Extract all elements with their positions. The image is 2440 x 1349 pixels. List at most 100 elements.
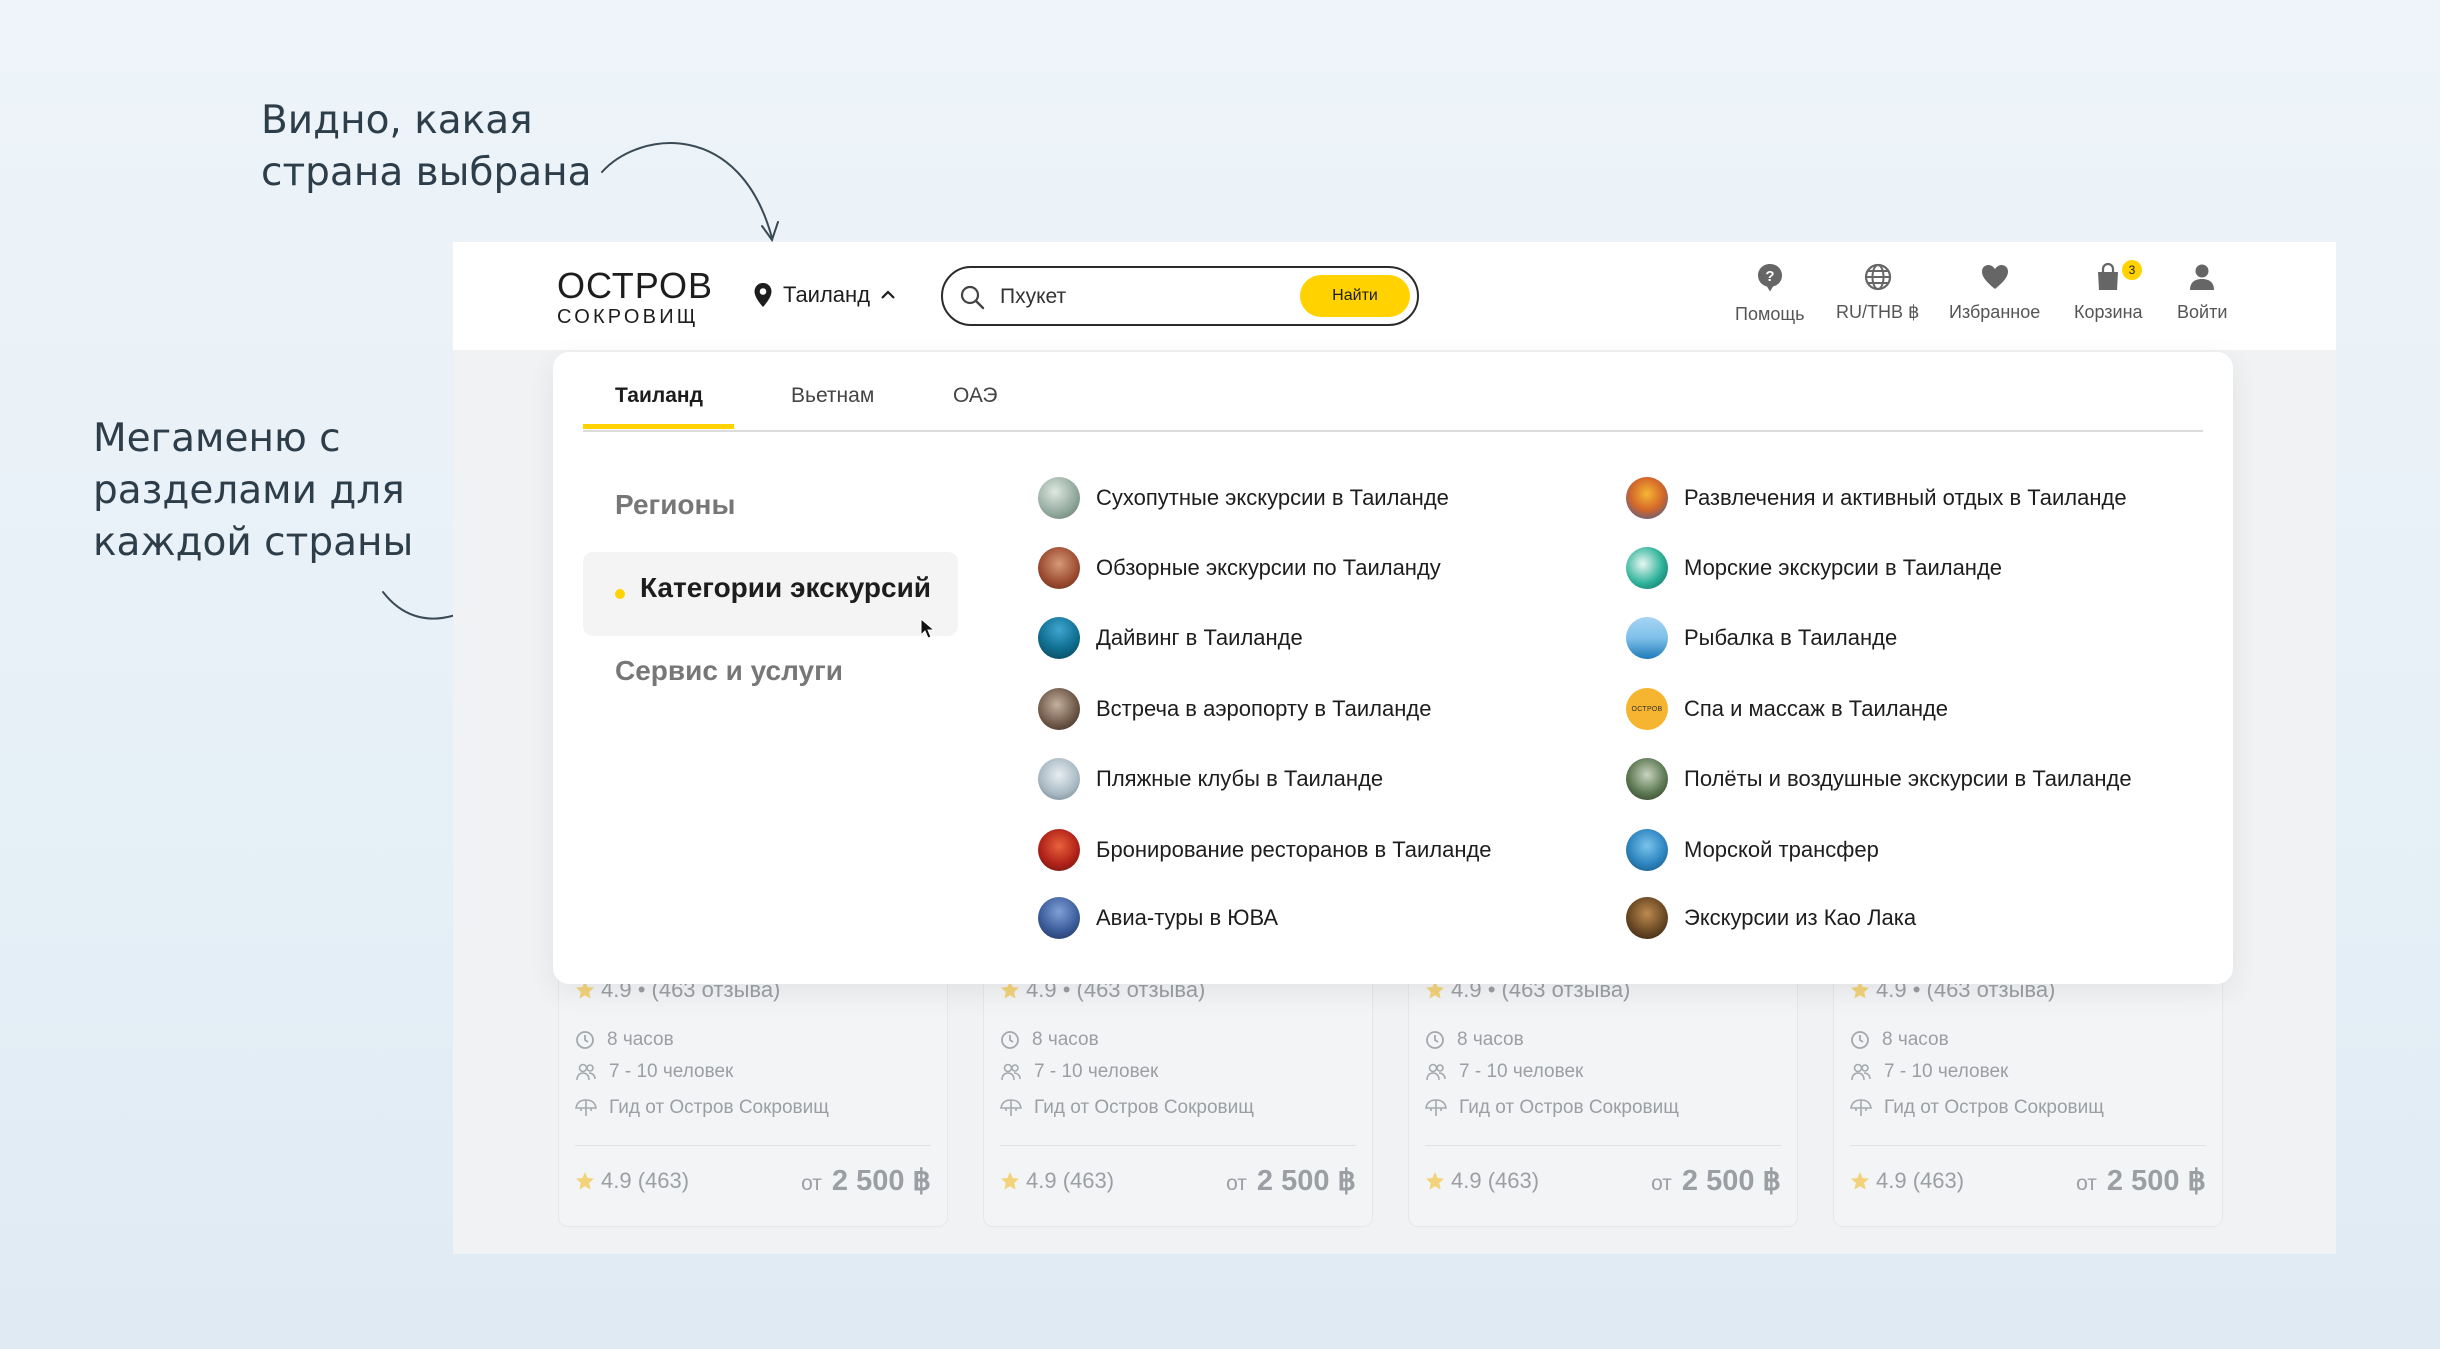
card-duration: 8 часов [1425, 1029, 1524, 1051]
tour-card[interactable]: 4.9 • (463 отзыва) 8 часов 7 - 10 человек Г… [983, 962, 1373, 1227]
category-thumbnail-icon [1626, 829, 1668, 871]
card-rating-short-text: 4.9 (463) [1026, 1168, 1115, 1193]
mega-menu: Таиланд Вьетнам ОАЭ Регионы Категории эк… [553, 352, 2233, 984]
card-price: от 2 500 ฿ [801, 1163, 931, 1198]
card-guide-text: Гид от Остров Сокровищ [609, 1097, 829, 1118]
category-link-label: Авиа-туры в ЮВА [1096, 905, 1279, 930]
tour-card[interactable]: 4.9 • (463 отзыва) 8 часов 7 - 10 человек Г… [558, 962, 948, 1227]
section-categories-label: Категории экскурсий [640, 572, 931, 603]
card-rating-short-text: 4.9 (463) [1451, 1168, 1540, 1193]
category-link[interactable]: Пляжные клубы в Таиланде [1038, 758, 1383, 800]
category-link-label: Встреча в аэропорту в Таиланде [1096, 696, 1432, 721]
card-group-text: 7 - 10 человек [1034, 1061, 1159, 1082]
category-link[interactable]: Бронирование ресторанов в Таиланде [1038, 829, 1492, 871]
star-icon [1001, 1172, 1019, 1190]
category-thumbnail-icon [1626, 758, 1668, 800]
nav-favorites[interactable]: Избранное [1949, 262, 2040, 323]
globe-icon [1864, 263, 1891, 291]
category-thumbnail-icon [1038, 897, 1080, 939]
tab-vietnam[interactable]: Вьетнам [791, 384, 874, 408]
card-rating-short: 4.9 (463) [1850, 1168, 1964, 1194]
category-link[interactable]: Встреча в аэропорту в Таиланде [1038, 688, 1431, 730]
category-thumbnail-icon [1038, 477, 1080, 519]
category-link[interactable]: Морской трансфер [1626, 829, 1879, 871]
card-rating-short-text: 4.9 (463) [601, 1168, 690, 1193]
category-link-label: Дайвинг в Таиланде [1096, 625, 1303, 650]
people-icon [1426, 1063, 1446, 1081]
card-divider [1850, 1145, 2206, 1146]
card-price: от 2 500 ฿ [1651, 1163, 1781, 1198]
card-divider [575, 1145, 931, 1146]
card-duration-text: 8 часов [1882, 1029, 1949, 1050]
card-divider [1000, 1145, 1356, 1146]
star-icon [576, 1172, 594, 1190]
spa-logo-text: ОСТРОВ [1631, 705, 1663, 713]
card-guide-text: Гид от Остров Сокровищ [1884, 1097, 2104, 1118]
tour-card[interactable]: 4.9 • (463 отзыва) 8 часов 7 - 10 человек Г… [1833, 962, 2223, 1227]
category-link-label: Бронирование ресторанов в Таиланде [1096, 837, 1492, 862]
search-button[interactable]: Найти [1300, 275, 1410, 317]
category-link-label: Развлечения и активный отдых в Таиланде [1684, 485, 2127, 510]
card-rating-short-text: 4.9 (463) [1876, 1168, 1965, 1193]
site-logo[interactable]: ОСТРОВ СОКРОВИЩ [557, 265, 714, 329]
section-regions[interactable]: Регионы [583, 469, 958, 553]
tour-cards: 4.9 • (463 отзыва) 8 часов 7 - 10 человек Г… [558, 962, 2228, 1227]
category-link[interactable]: Авиа-туры в ЮВА [1038, 897, 1278, 939]
arrow-to-country [601, 142, 773, 239]
card-guide: Гид от Остров Сокровищ [575, 1097, 829, 1119]
card-duration-text: 8 часов [1032, 1029, 1099, 1050]
card-price-from: от [2076, 1172, 2097, 1195]
card-price: от 2 500 ฿ [1226, 1163, 1356, 1198]
category-link[interactable]: Экскурсии из Као Лака [1626, 897, 1916, 939]
card-guide: Гид от Остров Сокровищ [1000, 1097, 1254, 1119]
clock-icon [576, 1031, 594, 1049]
card-rating-short: 4.9 (463) [1000, 1168, 1114, 1194]
category-link[interactable]: Полёты и воздушные экскурсии в Таиланде [1626, 758, 2132, 800]
card-duration: 8 часов [575, 1029, 674, 1051]
logo-main-text: ОСТРОВ [557, 265, 714, 306]
tour-card[interactable]: 4.9 • (463 отзыва) 8 часов 7 - 10 человек Г… [1408, 962, 1798, 1227]
nav-currency[interactable]: RU/THB ฿ [1836, 262, 1919, 323]
category-thumbnail-icon [1038, 758, 1080, 800]
search-input[interactable] [998, 280, 1282, 314]
category-link[interactable]: Сухопутные экскурсии в Таиланде [1038, 477, 1449, 519]
nav-login[interactable]: Войти [2177, 262, 2227, 323]
category-link-label: Спа и массаж в Таиланде [1684, 696, 1949, 721]
star-icon [1851, 1172, 1869, 1190]
svg-text:?: ? [1765, 268, 1774, 285]
section-excursion-categories[interactable]: Категории экскурсий [583, 552, 958, 639]
category-link-label: Сухопутные экскурсии в Таиланде [1096, 485, 1449, 510]
category-link[interactable]: Рыбалка в Таиланде [1626, 617, 1897, 659]
clock-icon [1426, 1031, 1444, 1049]
section-services-label: Сервис и услуги [615, 655, 843, 686]
card-rating-short: 4.9 (463) [1425, 1168, 1539, 1194]
clock-icon [1001, 1031, 1019, 1049]
section-services[interactable]: Сервис и услуги [583, 635, 958, 719]
nav-help-label: Помощь [1735, 304, 1805, 324]
nav-favorites-label: Избранное [1949, 302, 2041, 322]
card-group-size: 7 - 10 человек [1425, 1061, 1583, 1083]
category-link[interactable]: Дайвинг в Таиланде [1038, 617, 1303, 659]
country-selector[interactable]: Таиланд [753, 282, 896, 308]
card-guide-text: Гид от Остров Сокровищ [1459, 1097, 1679, 1118]
nav-cart[interactable]: 3 Корзина [2074, 260, 2143, 323]
card-guide: Гид от Остров Сокровищ [1425, 1097, 1679, 1119]
nav-help[interactable]: ? Помощь [1735, 262, 1805, 325]
clock-icon [1851, 1031, 1869, 1049]
card-price-amount: 2 500 ฿ [2106, 1165, 2206, 1197]
card-guide: Гид от Остров Сокровищ [1850, 1097, 2104, 1119]
category-thumbnail-icon [1626, 477, 1668, 519]
category-thumbnail-icon [1038, 829, 1080, 871]
category-link[interactable]: Развлечения и активный отдых в Таиланде [1626, 477, 2127, 519]
question-icon: ? [1757, 264, 1782, 292]
shopping-bag-icon [2098, 262, 2119, 290]
people-icon [1851, 1063, 1871, 1081]
search-icon [960, 285, 985, 310]
category-link[interactable]: ОСТРОВ Спа и массаж в Таиланде [1626, 688, 1948, 730]
category-link[interactable]: Обзорные экскурсии по Таиланду [1038, 547, 1441, 589]
tab-thailand[interactable]: Таиланд [615, 384, 703, 408]
category-link[interactable]: Морские экскурсии в Таиланде [1626, 547, 2002, 589]
tab-uae[interactable]: ОАЭ [953, 384, 998, 408]
card-group-size: 7 - 10 человек [1850, 1061, 2008, 1083]
card-rating-short: 4.9 (463) [575, 1168, 689, 1194]
